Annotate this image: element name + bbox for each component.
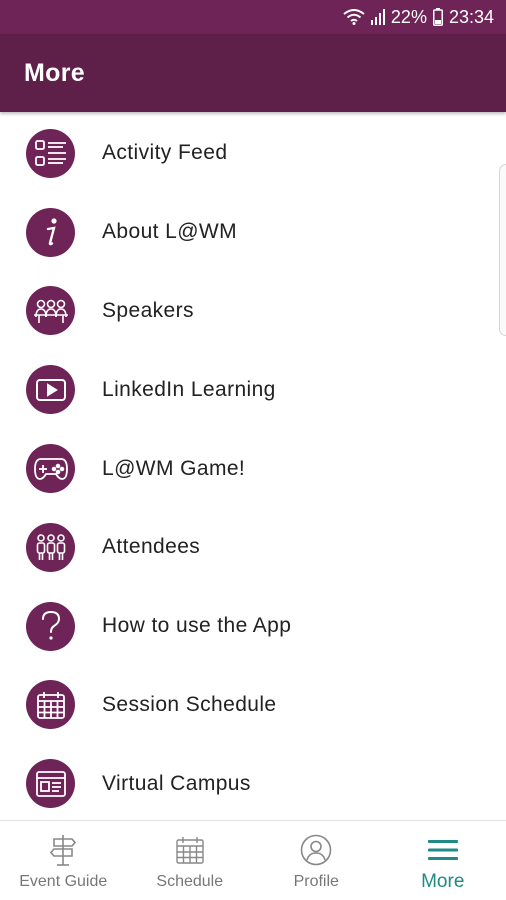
wifi-icon	[343, 9, 365, 25]
menu-item-about[interactable]: About L@WM	[0, 193, 506, 272]
question-icon	[26, 601, 75, 651]
gamepad-icon	[26, 444, 75, 494]
tab-label: More	[421, 871, 465, 892]
speakers-icon	[26, 286, 75, 336]
calendar-icon	[26, 680, 75, 730]
menu-item-virtual-campus[interactable]: Virtual Campus	[0, 744, 506, 823]
menu-item-label: How to use the App	[102, 614, 292, 638]
menu-item-session-schedule[interactable]: Session Schedule	[0, 666, 506, 745]
menu-item-attendees[interactable]: Attendees	[0, 508, 506, 587]
battery-icon	[432, 8, 443, 26]
battery-percent: 22%	[390, 6, 427, 27]
list-icon	[26, 128, 75, 178]
tab-label: Profile	[293, 873, 339, 890]
status-bar: 22% 23:34	[0, 0, 506, 34]
menu-item-linkedin-learning[interactable]: LinkedIn Learning	[0, 350, 506, 429]
calendar-icon	[175, 831, 205, 869]
page-title: More	[24, 58, 85, 87]
user-icon	[300, 831, 332, 869]
menu-item-activity-feed[interactable]: Activity Feed	[0, 114, 506, 193]
hamburger-icon	[427, 831, 458, 869]
menu-item-speakers[interactable]: Speakers	[0, 272, 506, 351]
menu-item-label: Attendees	[102, 535, 201, 559]
menu-item-label: Speakers	[102, 298, 194, 322]
tab-profile[interactable]: Profile	[253, 821, 380, 900]
signal-icon	[370, 9, 385, 25]
menu-item-label: About L@WM	[102, 220, 238, 244]
app-header: More	[0, 34, 506, 112]
tab-label: Schedule	[156, 873, 224, 890]
menu-item-label: LinkedIn Learning	[102, 377, 276, 401]
menu-item-how-to-use[interactable]: How to use the App	[0, 587, 506, 666]
menu-list: Activity Feed About L@WM Speakers Linked…	[0, 114, 506, 823]
tab-more[interactable]: More	[380, 821, 506, 900]
bottom-navigation: Event Guide Schedule Profile More	[0, 820, 506, 900]
signpost-icon	[50, 831, 77, 869]
clock: 23:34	[448, 6, 494, 27]
tab-event-guide[interactable]: Event Guide	[0, 821, 127, 900]
tab-label: Event Guide	[19, 873, 108, 890]
menu-item-label: L@WM Game!	[102, 456, 246, 480]
info-icon	[26, 207, 75, 257]
attendees-icon	[26, 522, 75, 572]
menu-item-label: Session Schedule	[102, 692, 277, 716]
menu-item-game[interactable]: L@WM Game!	[0, 429, 506, 508]
browser-window-icon	[26, 759, 75, 809]
tab-schedule[interactable]: Schedule	[127, 821, 254, 900]
menu-item-label: Activity Feed	[102, 141, 228, 165]
menu-item-label: Virtual Campus	[102, 771, 251, 795]
video-play-icon	[26, 365, 75, 415]
